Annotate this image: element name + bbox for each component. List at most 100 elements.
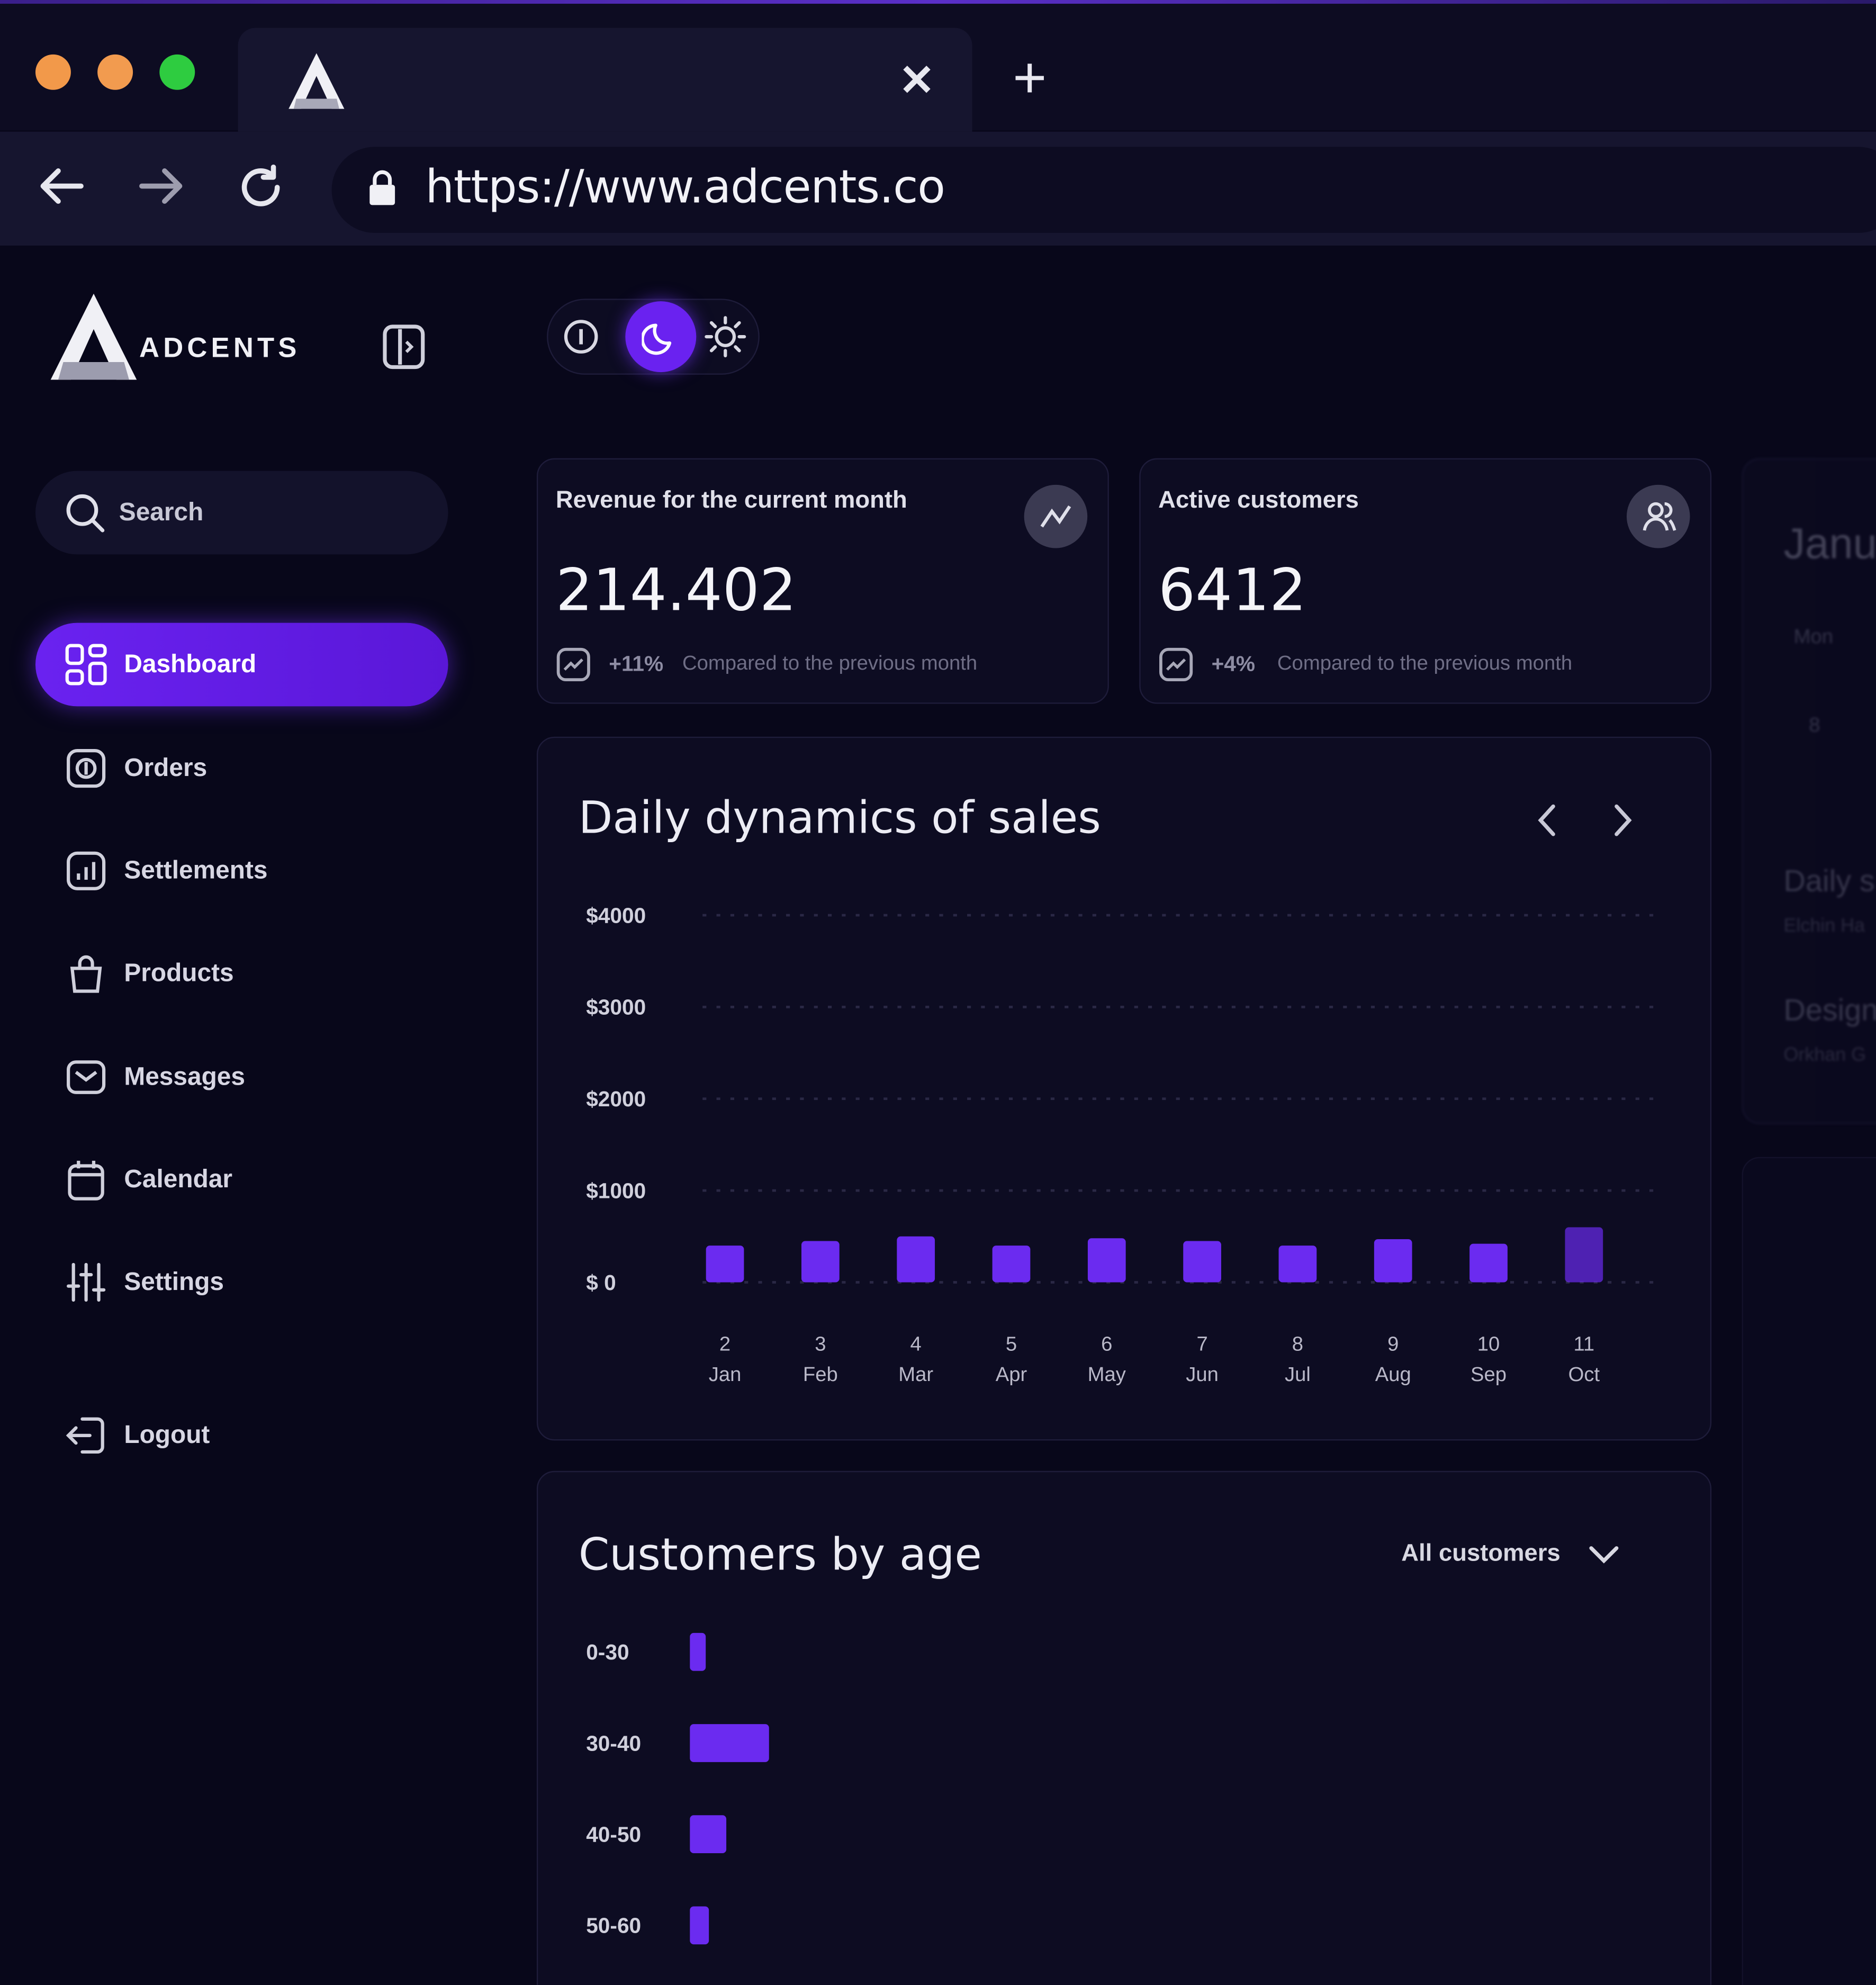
x-tick-day-label: 6 <box>1101 1333 1112 1356</box>
age-bar <box>690 1906 709 1945</box>
x-tick-day-label: 9 <box>1387 1333 1399 1356</box>
sales-bar <box>1183 1241 1221 1283</box>
messages-icon <box>64 1054 109 1100</box>
moon-icon <box>642 323 672 355</box>
maximize-window-dot[interactable] <box>159 54 195 90</box>
revenue-card: Revenue for the current month 214.402 +1… <box>536 458 1109 704</box>
y-tick-label: $1000 <box>586 1178 646 1203</box>
search-input[interactable]: Search <box>119 499 204 528</box>
x-tick-day-label: 10 <box>1477 1333 1500 1356</box>
sidebar-item-calendar[interactable]: Calendar <box>35 1138 448 1222</box>
schedule-item-subtitle: Orkhan G <box>1783 1044 1866 1066</box>
orders-icon <box>64 746 109 791</box>
customers-card: Active customers 6412 +4% Compared to th… <box>1139 458 1712 704</box>
sales-bar <box>1374 1239 1412 1283</box>
sidebar-item-label: Calendar <box>124 1165 233 1193</box>
calendar-icon <box>64 1157 109 1203</box>
sidebar-item-label: Settlements <box>124 856 268 885</box>
age-bar-chart: 0-30 30-40 40-50 50-60 <box>586 1632 769 1945</box>
x-tick-day-label: 8 <box>1292 1333 1303 1356</box>
close-window-dot[interactable] <box>35 54 71 90</box>
settings-icon <box>64 1259 109 1305</box>
tab-close-button[interactable]: ✕ <box>899 56 935 106</box>
x-tick-month-label: Mar <box>898 1363 933 1386</box>
x-tick-day-label: 2 <box>719 1333 730 1356</box>
calendar-weekday: Mon <box>1793 626 1834 648</box>
revenue-card-title: Revenue for the current month <box>555 487 907 514</box>
dark-mode-button[interactable] <box>625 301 697 373</box>
customers-card-title: Active customers <box>1158 487 1359 514</box>
sidebar-item-label: Dashboard <box>124 649 257 678</box>
age-category-label: 40-50 <box>586 1822 641 1846</box>
brand-name: ADCENTS <box>139 331 301 364</box>
sun-icon[interactable] <box>704 315 747 358</box>
age-bar <box>690 1724 769 1762</box>
lock-icon <box>369 170 395 205</box>
age-category-label: 50-60 <box>586 1914 641 1938</box>
revenue-value: 214.402 <box>555 555 797 624</box>
revenue-note: Compared to the previous month <box>682 653 978 675</box>
y-tick-label: $3000 <box>586 995 646 1019</box>
sidebar-item-label: Messages <box>124 1062 246 1091</box>
back-arrow-icon[interactable] <box>38 165 86 207</box>
sidebar-item-settings[interactable]: Settings <box>35 1241 448 1324</box>
forward-arrow-icon[interactable] <box>137 165 185 207</box>
schedule-item-title: Design <box>1783 994 1876 1028</box>
calendar-day: 8 <box>1809 715 1820 737</box>
sales-bar <box>1087 1238 1126 1283</box>
x-tick-month-label: Jul <box>1285 1363 1311 1386</box>
age-bar <box>690 1815 727 1854</box>
info-icon[interactable] <box>562 318 600 356</box>
sales-bar <box>897 1236 935 1283</box>
x-tick-day-label: 11 <box>1573 1333 1594 1356</box>
adcents-tab-logo-icon <box>288 53 345 109</box>
age-bar <box>690 1632 706 1671</box>
logout-label: Logout <box>124 1421 210 1449</box>
browser-tab[interactable] <box>238 28 972 132</box>
age-category-label: 30-40 <box>586 1731 641 1755</box>
x-tick-month-label: Jan <box>709 1363 742 1386</box>
sidebar-item-products[interactable]: Products <box>35 932 448 1015</box>
logout-button[interactable]: Logout <box>35 1394 448 1477</box>
sidebar-item-label: Products <box>124 959 234 987</box>
search-box[interactable]: Search <box>35 471 448 555</box>
schedule-item-title: Daily s <box>1783 864 1875 899</box>
customers-button[interactable] <box>1626 484 1690 548</box>
sales-bar <box>1469 1243 1508 1283</box>
calendar-month: Janu <box>1783 520 1876 569</box>
right-calendar-panel: Janu Mon 8 Daily s Elchin Ha Design Orkh… <box>1742 458 1876 1124</box>
x-tick-month-label: Apr <box>996 1363 1027 1386</box>
sales-bar-chart: $4000 $3000 $2000 $1000 $ 0 2 Jan 3 Feb 4 Mar 5 Apr 6… <box>586 903 1657 1386</box>
x-tick-day-label: 5 <box>1006 1333 1017 1356</box>
search-icon <box>66 494 105 533</box>
sidebar-item-orders[interactable]: Orders <box>35 727 448 810</box>
x-tick-day-label: 4 <box>910 1333 922 1356</box>
sidebar-item-dashboard[interactable]: Dashboard <box>35 622 448 707</box>
x-tick-month-label: Aug <box>1375 1363 1411 1386</box>
sales-bar <box>992 1246 1031 1283</box>
sales-bar <box>801 1241 840 1283</box>
y-tick-label: $2000 <box>586 1087 646 1111</box>
chart-badge-icon <box>556 647 590 682</box>
x-tick-day-label: 3 <box>815 1333 826 1356</box>
sidebar-toggle-icon[interactable] <box>382 324 425 369</box>
products-icon <box>64 951 109 996</box>
revenue-trend-button[interactable] <box>1024 484 1088 548</box>
sales-bar <box>1565 1227 1603 1283</box>
schedule-item-subtitle: Elchin Ha <box>1783 915 1865 937</box>
x-tick-month-label: Oct <box>1568 1363 1600 1386</box>
customers-change: +4% <box>1211 652 1256 676</box>
url-text[interactable]: https://www.adcents.co <box>426 162 945 214</box>
new-tab-button[interactable]: + <box>1013 43 1047 111</box>
sales-chart-card: Daily dynamics of sales $4000 $3000 $2000 $… <box>536 736 1712 1441</box>
minimize-window-dot[interactable] <box>97 54 133 90</box>
sidebar-item-messages[interactable]: Messages <box>35 1035 448 1119</box>
browser-window: ✕ + https://www.adcents.co ADCENTS Searc… <box>0 0 1876 1985</box>
chart-badge-icon <box>1159 647 1193 682</box>
sidebar-item-settlements[interactable]: Settlements <box>35 829 448 913</box>
reload-icon[interactable] <box>236 162 286 213</box>
adcents-logo-icon <box>50 293 137 380</box>
y-tick-label: $ 0 <box>586 1270 616 1295</box>
age-category-label: 0-30 <box>586 1640 629 1664</box>
top-glow <box>0 0 1876 4</box>
